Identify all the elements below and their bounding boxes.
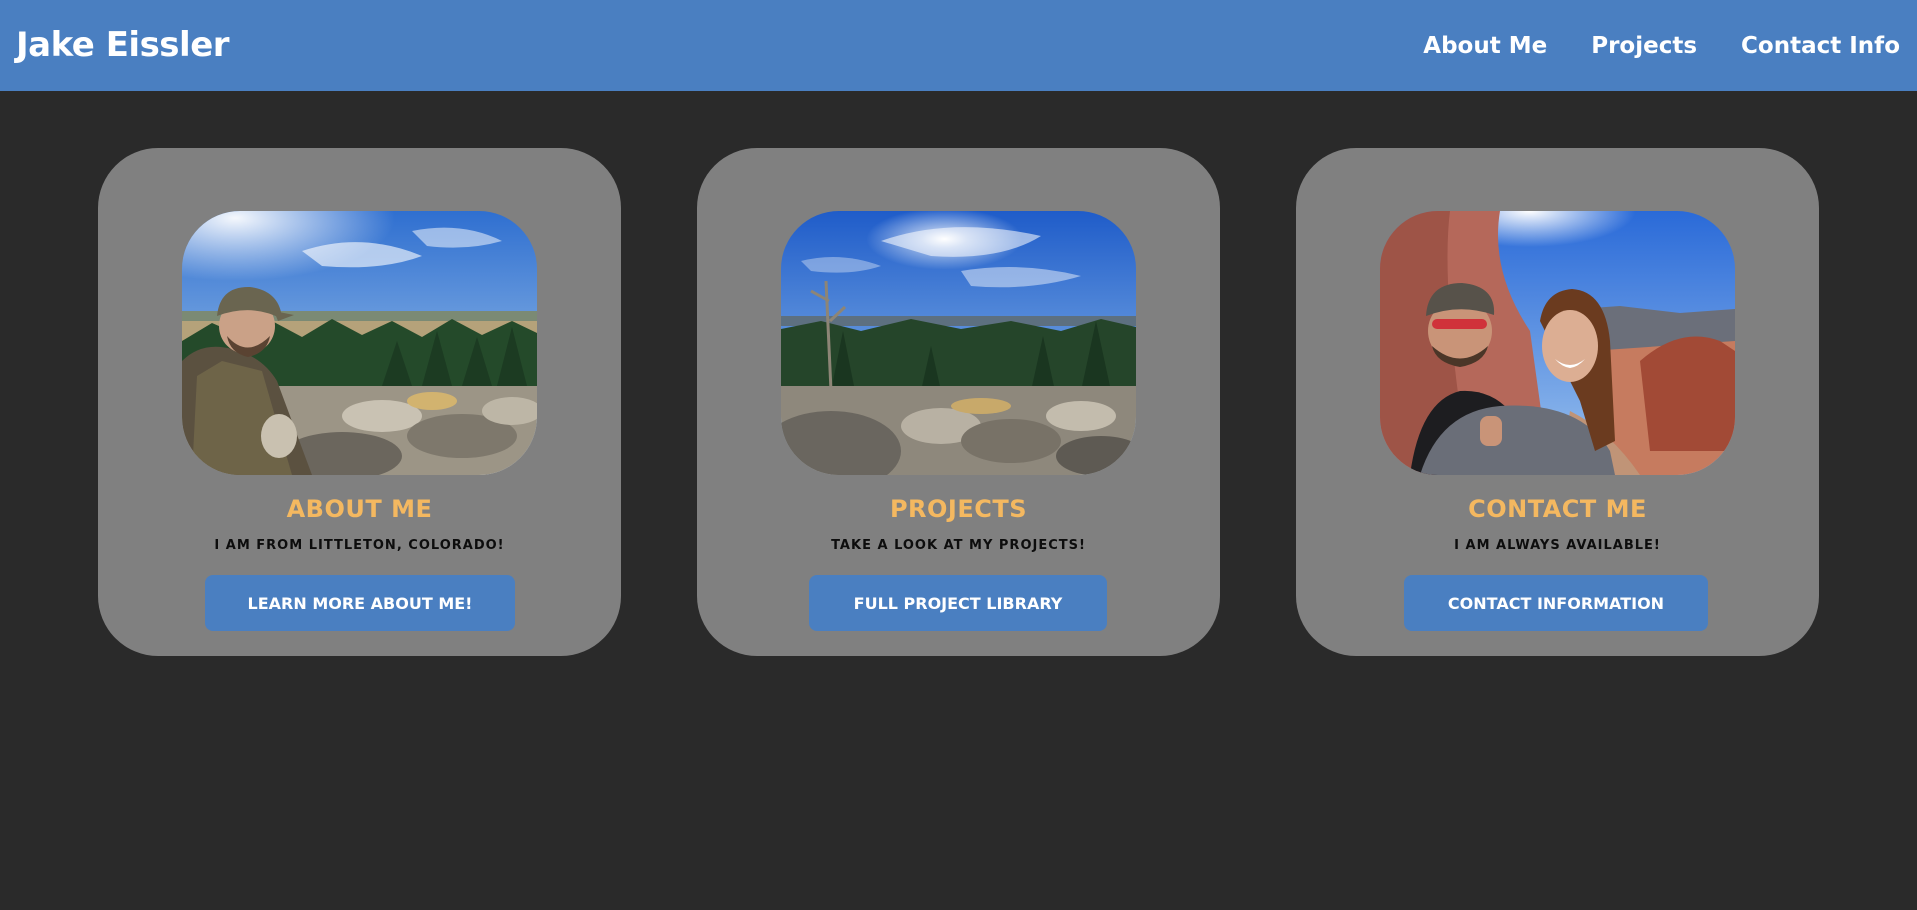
card-title: About Me xyxy=(286,495,433,523)
contact-me-card: Contact Me I am always available! Contac… xyxy=(1296,148,1819,656)
card-title: Projects xyxy=(889,495,1028,523)
card-description: I am from Littleton, Colorado! xyxy=(214,538,505,553)
contact-information-button[interactable]: Contact Information xyxy=(1404,575,1708,631)
projects-photo xyxy=(781,211,1136,475)
main-nav: About Me Projects Contact Info xyxy=(1423,30,1900,62)
site-title[interactable]: Jake Eissler xyxy=(16,24,230,66)
nav-link-about-me[interactable]: About Me xyxy=(1423,30,1547,62)
contact-me-photo xyxy=(1380,211,1735,475)
about-me-photo xyxy=(182,211,537,475)
card-description: Take a look at my projects! xyxy=(831,538,1086,553)
card-description: I am always available! xyxy=(1454,538,1661,553)
card-title: Contact Me xyxy=(1468,495,1647,523)
project-library-button[interactable]: Full Project Library xyxy=(809,575,1107,631)
nav-link-projects[interactable]: Projects xyxy=(1591,30,1697,62)
nav-link-contact-info[interactable]: Contact Info xyxy=(1741,30,1900,62)
site-header: Jake Eissler About Me Projects Contact I… xyxy=(0,0,1917,91)
learn-more-button[interactable]: Learn more about me! xyxy=(205,575,515,631)
projects-card: Projects Take a look at my projects! Ful… xyxy=(697,148,1220,656)
about-me-card: About Me I am from Littleton, Colorado! … xyxy=(98,148,621,656)
